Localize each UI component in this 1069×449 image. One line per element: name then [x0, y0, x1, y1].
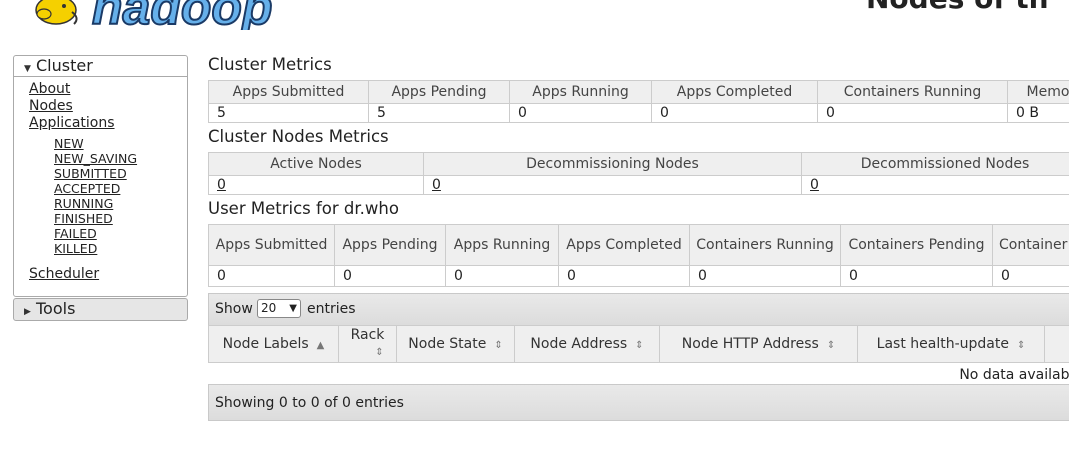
table-row: 0 0 0 0 0 0 0 — [208, 265, 1069, 287]
table-row: 5 5 0 0 0 0 B — [208, 103, 1069, 123]
user-metrics-title: User Metrics for dr.who — [208, 199, 399, 218]
sort-icon: ⇕ — [1016, 340, 1026, 351]
cluster-nodes-metrics-title: Cluster Nodes Metrics — [208, 127, 389, 146]
col-header: Active Nodes — [208, 152, 424, 176]
nav-app-state-submitted[interactable]: SUBMITTED — [54, 166, 127, 181]
col-header: Containers Running — [689, 224, 841, 266]
table-header-row: Active Nodes Decommissioning Nodes Decom… — [208, 152, 1069, 176]
entries-select-value: 20 — [261, 301, 277, 315]
nav-app-state-new[interactable]: NEW — [54, 136, 84, 151]
sort-icon: ⇕ — [494, 340, 503, 351]
nav-app-state-accepted[interactable]: ACCEPTED — [54, 181, 120, 196]
table-cell: 0 — [840, 265, 993, 287]
cluster-metrics-table: Apps Submitted Apps Pending Apps Running… — [208, 80, 1069, 123]
triangle-down-icon: ▼ — [24, 64, 31, 74]
col-header-rack[interactable]: Rack ⇕ — [338, 325, 397, 363]
table-header-row: Node Labels ▲ Rack ⇕ Node State ⇕ Node Addr… — [208, 325, 1069, 363]
col-header: Containers Running — [817, 80, 1008, 104]
cluster-label: Cluster — [36, 56, 93, 75]
col-header-last-health-update[interactable]: Last health-update ⇕ — [857, 325, 1045, 363]
table-cell: 0 — [689, 265, 841, 287]
col-header: Apps Completed — [651, 80, 818, 104]
entries-label: entries — [307, 301, 356, 317]
col-header: Decommissioning Nodes — [423, 152, 802, 176]
col-header: Apps Pending — [368, 80, 510, 104]
nav-applications-link[interactable]: Applications — [29, 115, 115, 131]
col-header: Apps Submitted — [208, 80, 369, 104]
table-cell: 5 — [368, 103, 510, 123]
table-header-row: Apps Submitted Apps Pending Apps Running… — [208, 224, 1069, 266]
table-cell: 0 — [334, 265, 446, 287]
col-header-more[interactable] — [1044, 325, 1069, 363]
col-header: Containers Pending — [840, 224, 993, 266]
triangle-right-icon: ▶ — [24, 307, 31, 317]
table-row: 0 0 0 — [208, 175, 1069, 195]
table-cell: 0 — [509, 103, 652, 123]
logo-text: hadoop — [92, 0, 273, 30]
user-metrics-table: Apps Submitted Apps Pending Apps Running… — [208, 224, 1069, 287]
entries-select[interactable]: 20 ▼ — [257, 299, 301, 318]
table-toolbar: Show 20 ▼ entries — [208, 293, 1069, 326]
col-header: Apps Running — [509, 80, 652, 104]
col-header: Apps Pending — [334, 224, 446, 266]
cluster-metrics-title: Cluster Metrics — [208, 55, 332, 74]
table-cell: 0 — [558, 265, 690, 287]
nav-app-state-killed[interactable]: KILLED — [54, 241, 97, 256]
table-cell: 5 — [208, 103, 369, 123]
col-header-node-labels[interactable]: Node Labels ▲ — [208, 325, 339, 363]
table-cell: 0 B — [1007, 103, 1069, 123]
tools-header[interactable]: ▶ Tools — [14, 299, 187, 319]
cluster-nodes-metrics-table: Active Nodes Decommissioning Nodes Decom… — [208, 152, 1069, 195]
col-header: Apps Completed — [558, 224, 690, 266]
col-header: Memo — [1007, 80, 1069, 104]
decommissioning-nodes-link[interactable]: 0 — [432, 177, 441, 193]
col-header: Container — [992, 224, 1069, 266]
table-cell: 0 — [423, 175, 802, 195]
col-header: Apps Running — [445, 224, 559, 266]
nav-app-state-failed[interactable]: FAILED — [54, 226, 97, 241]
table-info: Showing 0 to 0 of 0 entries — [215, 395, 404, 411]
nav-scheduler-link[interactable]: Scheduler — [29, 266, 99, 282]
table-cell: 0 — [208, 175, 424, 195]
chevron-down-icon: ▼ — [289, 303, 297, 314]
col-header-node-state[interactable]: Node State ⇕ — [396, 325, 515, 363]
table-cell: 0 — [445, 265, 559, 287]
nav-app-state-running[interactable]: RUNNING — [54, 196, 113, 211]
col-header-node-address[interactable]: Node Address ⇕ — [514, 325, 660, 363]
table-footer: Showing 0 to 0 of 0 entries — [208, 384, 1069, 421]
sort-asc-icon: ▲ — [316, 340, 325, 351]
nodes-table: Node Labels ▲ Rack ⇕ Node State ⇕ Node Addr… — [208, 325, 1069, 387]
tools-label: Tools — [36, 299, 76, 318]
sort-icon: ⇕ — [635, 340, 644, 351]
sort-icon: ⇕ — [826, 340, 836, 351]
table-cell: 0 — [992, 265, 1069, 287]
cluster-header[interactable]: ▼ Cluster — [14, 56, 187, 77]
nav-about-link[interactable]: About — [29, 81, 70, 97]
table-cell: 0 — [801, 175, 1069, 195]
nav-app-state-finished[interactable]: FINISHED — [54, 211, 113, 226]
col-header: Apps Submitted — [208, 224, 335, 266]
col-header: Decommissioned Nodes — [801, 152, 1069, 176]
page-title: Nodes of th — [866, 0, 1049, 15]
decommissioned-nodes-link[interactable]: 0 — [810, 177, 819, 193]
nav-nodes-link[interactable]: Nodes — [29, 98, 73, 114]
table-cell: 0 — [651, 103, 818, 123]
sort-icon: ⇕ — [375, 347, 384, 358]
active-nodes-link[interactable]: 0 — [217, 177, 226, 193]
hadoop-logo: hadoop — [35, 0, 274, 30]
show-label: Show — [215, 301, 253, 317]
table-cell: 0 — [817, 103, 1008, 123]
nav-app-state-new-saving[interactable]: NEW_SAVING — [54, 151, 137, 166]
tools-panel[interactable]: ▶ Tools — [13, 298, 188, 321]
col-header-node-http-address[interactable]: Node HTTP Address ⇕ — [659, 325, 858, 363]
table-header-row: Apps Submitted Apps Pending Apps Running… — [208, 80, 1069, 104]
elephant-icon — [35, 0, 78, 25]
table-cell: 0 — [208, 265, 335, 287]
